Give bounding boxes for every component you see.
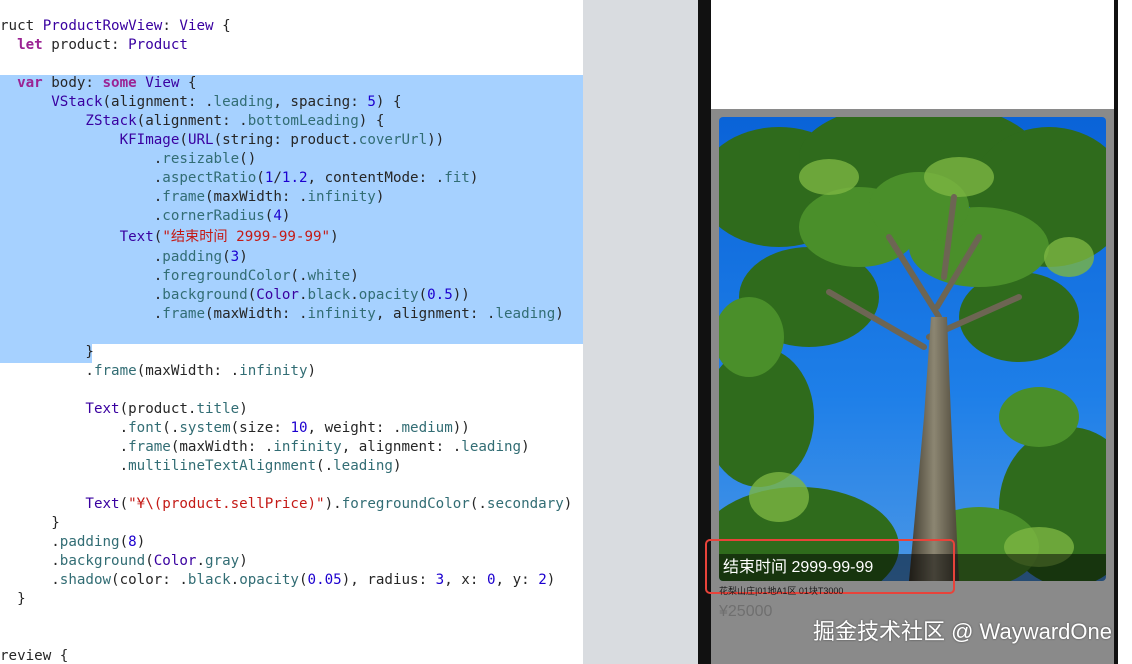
code-line: .cornerRadius(4) — [0, 208, 291, 224]
product-cover-image: 结束时间 2999-99-99 — [719, 117, 1106, 581]
code-line: .padding(3) — [0, 249, 248, 265]
code-line: .font(.system(size: 10, weight: .medium)… — [0, 420, 470, 436]
code-line: .shadow(color: .black.opacity(0.05), rad… — [0, 572, 556, 588]
code-line: VStack(alignment: .leading, spacing: 5) … — [51, 94, 402, 110]
code-line: } — [0, 591, 26, 607]
code-line: let product: Product — [17, 37, 188, 53]
code-line: .frame(maxWidth: .infinity, alignment: .… — [0, 439, 530, 455]
code-line: } — [0, 515, 60, 531]
code-editor[interactable]: ruct ProductRowView: View { let product:… — [0, 0, 583, 664]
device-screen: 结束时间 2999-99-99 花梨山庄|01地A1区 01块T3000 ¥25… — [705, 0, 1114, 664]
code-line: review { — [0, 648, 69, 664]
code-line: ruct ProductRowView: View { — [0, 18, 231, 34]
code-line: .frame(maxWidth: .infinity) — [0, 189, 385, 205]
device-preview: 结束时间 2999-99-99 花梨山庄|01地A1区 01块T3000 ¥25… — [698, 0, 1132, 664]
product-row-card[interactable]: 结束时间 2999-99-99 花梨山庄|01地A1区 01块T3000 ¥25… — [705, 109, 1114, 664]
product-title: 花梨山庄|01地A1区 01块T3000 — [719, 586, 844, 596]
code-line: Text(product.title) — [85, 401, 248, 417]
code-line: .multilineTextAlignment(.leading) — [0, 458, 402, 474]
watermark: 掘金技术社区 @ WaywardOne — [812, 619, 1112, 644]
code-line: .padding(8) — [0, 534, 146, 550]
code-line: var body: some View { — [17, 75, 197, 91]
code-line: .background(Color.black.opacity(0.5)) — [0, 287, 470, 303]
device-bezel — [1114, 0, 1118, 664]
code-line: Text("结束时间 2999-99-99") — [119, 229, 339, 245]
code-line: .background(Color.gray) — [0, 553, 248, 569]
product-price: ¥25000 — [719, 603, 773, 620]
code-line: ZStack(alignment: .bottomLeading) { — [85, 113, 385, 129]
canvas-background — [583, 0, 698, 664]
tree-photo — [719, 117, 1106, 581]
code-line: Text("¥\(product.sellPrice)").foreground… — [85, 496, 573, 512]
code-line: .foregroundColor(.white) — [0, 268, 359, 284]
code-line: .resizable() — [0, 151, 257, 167]
code-line: KFImage(URL(string: product.coverUrl)) — [119, 132, 445, 148]
code-line: .frame(maxWidth: .infinity) — [0, 363, 317, 379]
code-line: .frame(maxWidth: .infinity, alignment: .… — [0, 306, 564, 322]
code-line: .aspectRatio(1/1.2, contentMode: .fit) — [0, 170, 479, 186]
code-line: } — [0, 344, 94, 360]
